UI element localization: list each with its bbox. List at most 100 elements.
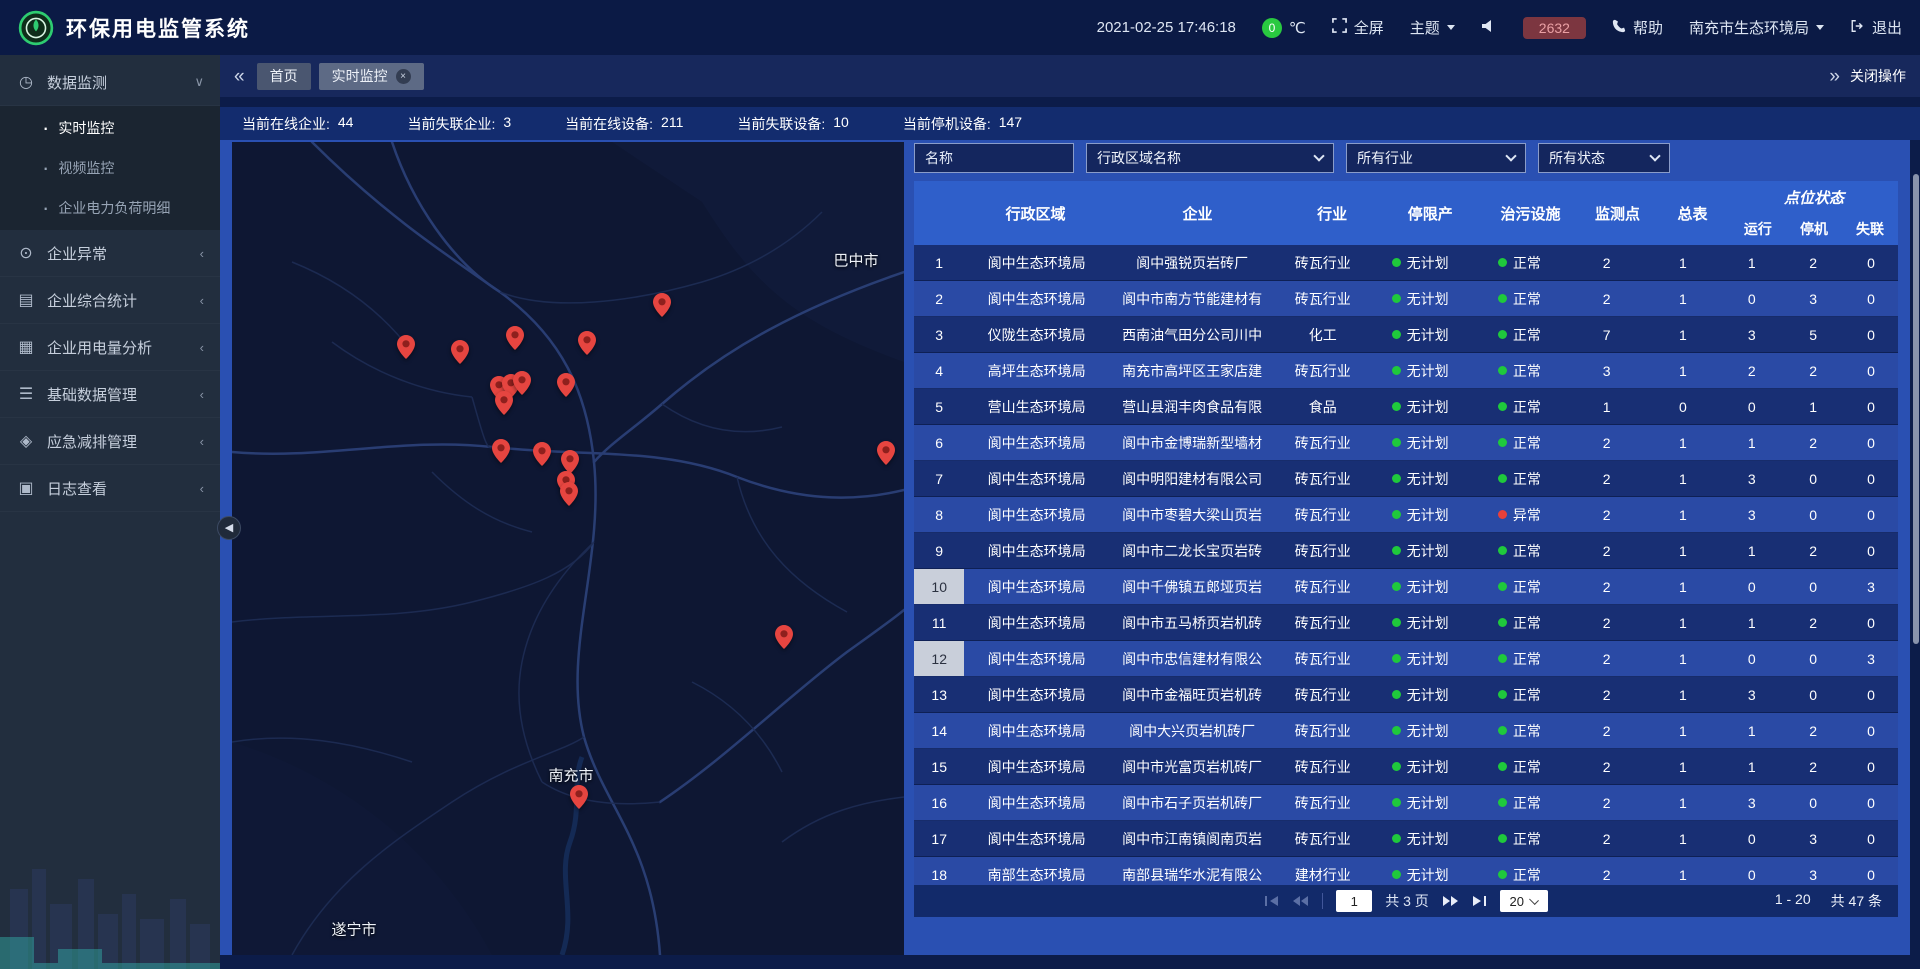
table-row[interactable]: 4高坪生态环境局南充市高坪区王家店建砖瓦行业无计划正常31220 xyxy=(914,353,1898,389)
row-facility-status: 正常 xyxy=(1470,317,1568,352)
row-region: 高坪生态环境局 xyxy=(964,353,1108,388)
table-row[interactable]: 13阆中生态环境局阆中市金福旺页岩机砖砖瓦行业无计划正常21300 xyxy=(914,677,1898,713)
map-pin[interactable] xyxy=(578,331,596,355)
first-page-button[interactable] xyxy=(1264,895,1279,907)
row-total-count: 1 xyxy=(1645,821,1721,856)
map-pin[interactable] xyxy=(560,482,578,506)
organization-dropdown[interactable]: 南充市生态环境局 xyxy=(1689,17,1824,38)
row-total-count: 1 xyxy=(1645,497,1721,532)
table-row[interactable]: 14阆中生态环境局阆中大兴页岩机砖厂砖瓦行业无计划正常21120 xyxy=(914,713,1898,749)
sidebar-group[interactable]: ⊙企业异常‹ xyxy=(0,230,220,277)
sidebar-item[interactable]: ·实时监控 xyxy=(0,108,220,148)
alert-icon: ⊙ xyxy=(16,243,36,263)
map-pin[interactable] xyxy=(397,335,415,359)
close-operations-dropdown[interactable]: » 关闭操作 xyxy=(1829,66,1906,86)
name-filter-input[interactable] xyxy=(914,143,1074,173)
row-region: 阆中生态环境局 xyxy=(964,677,1108,712)
theme-dropdown[interactable]: 主题 xyxy=(1410,17,1455,38)
row-index: 11 xyxy=(914,605,964,640)
sidebar-item[interactable]: ·视频监控 xyxy=(0,148,220,188)
table-row[interactable]: 2阆中生态环境局阆中市南方节能建材有砖瓦行业无计划正常21030 xyxy=(914,281,1898,317)
map-pin[interactable] xyxy=(570,785,588,809)
tabs-scroll-right-icon[interactable]: » xyxy=(1829,67,1840,86)
table-row[interactable]: 15阆中生态环境局阆中市光富页岩机砖厂砖瓦行业无计划正常21120 xyxy=(914,749,1898,785)
table-row[interactable]: 17阆中生态环境局阆中市江南镇阆南页岩砖瓦行业无计划正常21030 xyxy=(914,821,1898,857)
status-dot-icon xyxy=(1392,798,1401,807)
stat-label: 当前停机设备: xyxy=(903,114,991,134)
prev-page-button[interactable] xyxy=(1292,895,1309,907)
map-pin[interactable] xyxy=(877,441,895,465)
row-facility-status: 正常 xyxy=(1470,281,1568,316)
industry-filter-select[interactable]: 所有行业 xyxy=(1346,143,1526,173)
right-panel: 行政区域名称 所有行业 所有状态 xyxy=(914,142,1898,955)
tab[interactable]: 实时监控 × xyxy=(319,63,424,90)
status-filter-select[interactable]: 所有状态 xyxy=(1538,143,1670,173)
row-monitor-count: 2 xyxy=(1569,281,1645,316)
row-total-count: 1 xyxy=(1645,713,1721,748)
map-panel[interactable]: ◀ xyxy=(232,142,904,955)
row-region: 阆中生态环境局 xyxy=(964,785,1108,820)
page-size-select[interactable]: 20 xyxy=(1500,890,1548,912)
map-pin[interactable] xyxy=(513,371,531,395)
sidebar-group[interactable]: ▤企业综合统计‹ xyxy=(0,277,220,324)
table-row[interactable]: 5营山生态环境局营山县润丰肉食品有限食品无计划正常10010 xyxy=(914,389,1898,425)
table-row[interactable]: 9阆中生态环境局阆中市二龙长宝页岩砖砖瓦行业无计划正常21120 xyxy=(914,533,1898,569)
tabs-scroll-left-icon[interactable]: « xyxy=(234,67,245,86)
sidebar-group[interactable]: ◷数据监测∨ xyxy=(0,59,220,106)
status-dot-icon xyxy=(1498,366,1507,375)
table-row[interactable]: 7阆中生态环境局阆中明阳建材有限公司砖瓦行业无计划正常21300 xyxy=(914,461,1898,497)
sidebar-group[interactable]: ▦企业用电量分析‹ xyxy=(0,324,220,371)
header-bar: 环保用电监管系统 2021-02-25 17:46:18 0 ℃ 全屏 主题 xyxy=(0,0,1920,55)
map-pin[interactable] xyxy=(775,625,793,649)
table-row[interactable]: 10阆中生态环境局阆中千佛镇五郎垭页岩砖瓦行业无计划正常21003 xyxy=(914,569,1898,605)
row-company: 阆中市枣碧大梁山页岩 xyxy=(1109,497,1276,532)
chevron-down-icon xyxy=(1505,150,1516,161)
map-pin[interactable] xyxy=(492,439,510,463)
close-icon[interactable]: × xyxy=(396,69,411,84)
map-pin[interactable] xyxy=(653,293,671,317)
sidebar-group[interactable]: ▣日志查看‹ xyxy=(0,465,220,512)
collapse-panel-button[interactable]: ◀ xyxy=(217,516,241,540)
tab[interactable]: 首页 xyxy=(257,63,311,90)
map-pin[interactable] xyxy=(451,340,469,364)
sidebar-group[interactable]: ◈应急减排管理‹ xyxy=(0,418,220,465)
row-stop-count: 2 xyxy=(1782,353,1843,388)
row-lost-count: 0 xyxy=(1844,749,1898,784)
facility-label: 正常 xyxy=(1513,541,1541,561)
table-row[interactable]: 8阆中生态环境局阆中市枣碧大梁山页岩砖瓦行业无计划异常21300 xyxy=(914,497,1898,533)
row-total-count: 1 xyxy=(1645,317,1721,352)
map-pin[interactable] xyxy=(506,326,524,350)
row-facility-status: 正常 xyxy=(1470,713,1568,748)
table-row[interactable]: 18南部生态环境局南部县瑞华水泥有限公建材行业无计划正常21030 xyxy=(914,857,1898,885)
last-page-button[interactable] xyxy=(1472,895,1487,907)
fullscreen-button[interactable]: 全屏 xyxy=(1332,17,1384,38)
status-dot-icon xyxy=(1498,690,1507,699)
tab-label: 实时监控 xyxy=(332,66,388,86)
region-filter-select[interactable]: 行政区域名称 xyxy=(1086,143,1334,173)
table-row[interactable]: 12阆中生态环境局阆中市忠信建材有限公砖瓦行业无计划正常21003 xyxy=(914,641,1898,677)
sidebar-item[interactable]: ·企业电力负荷明细 xyxy=(0,188,220,228)
alarm-count-badge[interactable]: 2632 xyxy=(1523,17,1586,39)
table-row[interactable]: 6阆中生态环境局阆中市金博瑞新型墙材砖瓦行业无计划正常21120 xyxy=(914,425,1898,461)
scrollbar-thumb[interactable] xyxy=(1913,174,1919,644)
map-canvas[interactable]: 巴中市南充市遂宁市 xyxy=(232,142,904,955)
table-row[interactable]: 16阆中生态环境局阆中市石子页岩机砖厂砖瓦行业无计划正常21300 xyxy=(914,785,1898,821)
log-icon: ▣ xyxy=(16,478,36,498)
map-city-label: 巴中市 xyxy=(833,250,878,271)
next-page-button[interactable] xyxy=(1442,895,1459,907)
sidebar-group[interactable]: ☰基础数据管理‹ xyxy=(0,371,220,418)
table-row[interactable]: 11阆中生态环境局阆中市五马桥页岩机砖砖瓦行业无计划正常21120 xyxy=(914,605,1898,641)
mute-button[interactable] xyxy=(1481,19,1497,37)
logout-button[interactable]: 退出 xyxy=(1850,17,1902,38)
chevron-down-icon xyxy=(1313,150,1324,161)
row-total-count: 1 xyxy=(1645,641,1721,676)
page-input[interactable]: 1 xyxy=(1336,890,1372,912)
status-dot-icon xyxy=(1498,546,1507,555)
table-row[interactable]: 1阆中生态环境局阆中强锐页岩砖厂砖瓦行业无计划正常21120 xyxy=(914,245,1898,281)
help-button[interactable]: 帮助 xyxy=(1612,17,1663,38)
map-pin[interactable] xyxy=(557,373,575,397)
stat-item: 当前失联设备:10 xyxy=(737,114,848,134)
map-pin[interactable] xyxy=(495,391,513,415)
table-row[interactable]: 3仪陇生态环境局西南油气田分公司川中化工无计划正常71350 xyxy=(914,317,1898,353)
map-pin[interactable] xyxy=(533,442,551,466)
